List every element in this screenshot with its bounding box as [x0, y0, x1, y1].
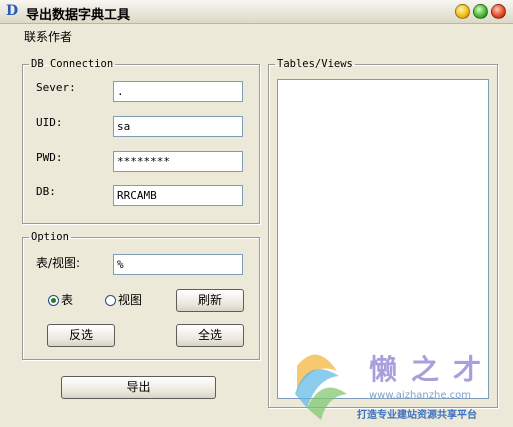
close-button[interactable] [491, 4, 506, 19]
app-icon: D [6, 3, 19, 19]
pwd-label: PWD: [36, 151, 63, 164]
filter-input[interactable]: % [113, 254, 243, 275]
db-label: DB: [36, 185, 56, 198]
minimize-button[interactable] [455, 4, 470, 19]
watermark-brand: 懒之才 [369, 353, 496, 386]
uid-label: UID: [36, 116, 63, 129]
watermark-logo-icon [295, 354, 347, 420]
radio-table-label: 表 [61, 293, 74, 307]
invert-selection-button[interactable]: 反选 [47, 324, 115, 347]
title-bar[interactable]: D 导出数据字典工具 [0, 0, 513, 24]
option-legend: Option [31, 231, 69, 243]
radio-view-indicator[interactable] [105, 295, 116, 306]
tables-views-legend: Tables/Views [277, 58, 353, 70]
uid-input[interactable]: sa [113, 116, 243, 137]
db-input[interactable]: RRCAMB [113, 185, 243, 206]
window-title: 导出数据字典工具 [26, 8, 131, 23]
server-label: Sever: [36, 81, 76, 94]
radio-view[interactable]: 视图 [105, 293, 142, 307]
export-button[interactable]: 导出 [61, 376, 216, 399]
watermark-slogan: 打造专业建站资源共享平台 [357, 410, 477, 421]
watermark: 懒之才 www.aizhanzhe.com 打造专业建站资源共享平台 [277, 346, 513, 424]
select-all-button[interactable]: 全选 [176, 324, 244, 347]
radio-table-indicator[interactable] [48, 295, 59, 306]
table-view-label: 表/视图: [36, 256, 81, 270]
watermark-url: www.aizhanzhe.com [369, 390, 472, 401]
refresh-button[interactable]: 刷新 [176, 289, 244, 312]
radio-table[interactable]: 表 [48, 293, 73, 307]
pwd-input[interactable]: ******** [113, 151, 243, 172]
menu-item-contact-author[interactable]: 联系作者 [24, 28, 72, 45]
db-connection-legend: DB Connection [31, 58, 114, 70]
radio-view-label: 视图 [118, 293, 143, 307]
server-input[interactable]: . [113, 81, 243, 102]
maximize-button[interactable] [473, 4, 488, 19]
